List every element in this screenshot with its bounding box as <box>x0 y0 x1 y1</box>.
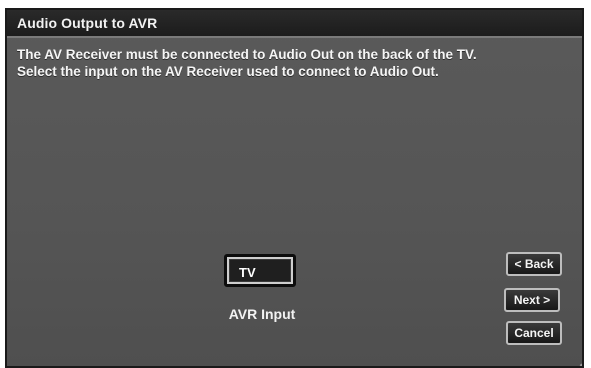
tv-setup-screen: Audio Output to AVR The AV Receiver must… <box>0 0 591 368</box>
back-button[interactable]: < Back <box>506 252 562 276</box>
instructions-text: The AV Receiver must be connected to Aud… <box>17 46 577 80</box>
avr-input-label: AVR Input <box>228 306 296 322</box>
setup-dialog: Audio Output to AVR The AV Receiver must… <box>5 8 584 368</box>
cancel-button[interactable]: Cancel <box>506 321 562 345</box>
copyright-icon: © <box>578 362 582 366</box>
dialog-title: Audio Output to AVR <box>17 15 158 31</box>
avr-input-selector[interactable]: TV <box>224 254 296 287</box>
title-bar: Audio Output to AVR <box>7 10 582 38</box>
instruction-line-2: Select the input on the AV Receiver used… <box>17 64 439 79</box>
next-button[interactable]: Next > <box>504 288 560 312</box>
avr-input-value: TV <box>239 265 256 280</box>
instruction-line-1: The AV Receiver must be connected to Aud… <box>17 47 477 62</box>
